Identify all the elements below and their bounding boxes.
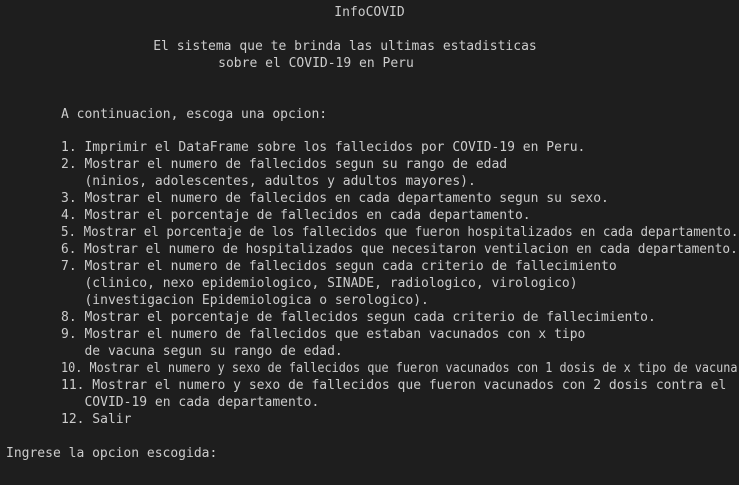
terminal-output: InfoCOVID El sistema que te brinda las u…	[0, 0, 739, 485]
menu-option-6: 6. Mostrar el numero de hospitalizados q…	[61, 242, 738, 257]
menu-option-12: 12. Salir	[61, 412, 132, 427]
menu-option-11-detail: COVID-19 en cada departamento.	[61, 395, 320, 410]
menu-option-2: 2. Mostrar el numero de fallecidos segun…	[61, 157, 508, 172]
input-prompt[interactable]: Ingrese la opcion escogida:	[6, 445, 217, 462]
menu-option-9-detail: de vacuna segun su rango de edad.	[61, 344, 343, 359]
menu-option-2-detail: (ninios, adolescentes, adultos y adultos…	[61, 174, 476, 189]
app-subtitle-line2: sobre el COVID-19 en Peru	[218, 56, 414, 71]
menu-option-9: 9. Mostrar el numero de fallecidos que e…	[61, 327, 586, 342]
menu-option-4: 4. Mostrar el porcentaje de fallecidos e…	[61, 208, 531, 223]
menu-option-3: 3. Mostrar el numero de fallecidos en ca…	[61, 191, 609, 206]
menu-option-7: 7. Mostrar el numero de fallecidos segun…	[61, 259, 617, 274]
menu-option-5: 5. Mostrar el porcentaje de los fallecid…	[61, 225, 739, 240]
menu-option-7-detail-1: (clinico, nexo epidemiologico, SINADE, r…	[61, 276, 578, 291]
menu-option-11: 11. Mostrar el numero y sexo de fallecid…	[61, 378, 727, 393]
menu-option-1: 1. Imprimir el DataFrame sobre los falle…	[61, 140, 586, 155]
app-title: InfoCOVID	[334, 5, 405, 20]
menu-option-8: 8. Mostrar el porcentaje de fallecidos s…	[61, 310, 656, 325]
menu-prompt: A continuacion, escoga una opcion:	[61, 107, 328, 122]
app-subtitle-line1: El sistema que te brinda las ultimas est…	[153, 39, 537, 54]
menu-option-10: 10. Mostrar el numero y sexo de fallecid…	[61, 361, 738, 376]
menu-option-7-detail-2: (investigacion Epidemiologica o serologi…	[61, 293, 429, 308]
